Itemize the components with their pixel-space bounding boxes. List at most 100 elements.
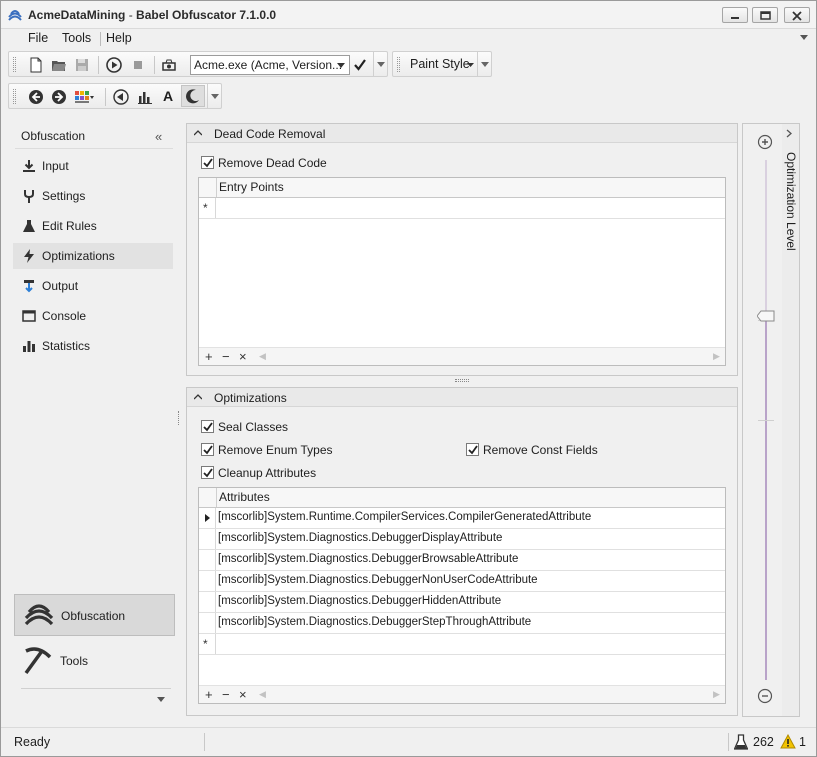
minimize-button[interactable] bbox=[722, 7, 748, 23]
status-bar: Ready 262 1 bbox=[1, 727, 816, 756]
scroll-right-icon[interactable]: ▶ bbox=[713, 351, 720, 362]
new-row-icon: * bbox=[203, 201, 208, 215]
table-row[interactable]: [mscorlib]System.Diagnostics.DebuggerDis… bbox=[199, 529, 725, 550]
nav-section-tools[interactable]: Tools bbox=[14, 640, 175, 682]
view-toolbar: A bbox=[8, 83, 222, 109]
play-icon[interactable] bbox=[106, 57, 122, 73]
target-assembly-select[interactable]: Acme.exe (Acme, Version... bbox=[190, 55, 350, 75]
toolbar-overflow-button[interactable] bbox=[373, 52, 387, 76]
new-file-icon[interactable] bbox=[28, 57, 44, 73]
zoom-in-icon[interactable] bbox=[757, 134, 773, 150]
nav-section-label: Tools bbox=[60, 654, 89, 668]
back-icon[interactable] bbox=[28, 89, 44, 105]
tuning-fork-icon bbox=[24, 190, 34, 203]
status-text: Ready bbox=[14, 735, 51, 749]
new-row[interactable]: * bbox=[199, 198, 725, 219]
attribute-cell: [mscorlib]System.Diagnostics.DebuggerSte… bbox=[218, 616, 532, 628]
attributes-grid: Attributes [mscorlib]System.Runtime.Comp… bbox=[198, 487, 726, 704]
scroll-right-icon[interactable]: ▶ bbox=[713, 689, 720, 700]
remove-dead-code-checkbox[interactable] bbox=[201, 156, 214, 169]
target-assembly-value: Acme.exe (Acme, Version... bbox=[194, 58, 343, 72]
menu-tools[interactable]: Tools bbox=[62, 31, 91, 45]
add-row-button[interactable]: + bbox=[205, 349, 213, 364]
nav-item-label: Console bbox=[42, 309, 87, 323]
menu-file[interactable]: File bbox=[28, 31, 48, 45]
toolbar-grip[interactable] bbox=[397, 57, 400, 72]
dead-code-group: Dead Code Removal Remove Dead Code Entry… bbox=[186, 123, 738, 376]
rewind-icon[interactable] bbox=[113, 89, 129, 105]
nav-item-settings[interactable]: Settings bbox=[13, 183, 173, 209]
forward-icon[interactable] bbox=[51, 89, 67, 105]
remove-enum-types-checkbox[interactable] bbox=[201, 443, 214, 456]
toolbar-grip[interactable] bbox=[13, 89, 16, 104]
table-row[interactable]: [mscorlib]System.Diagnostics.DebuggerSte… bbox=[199, 613, 725, 634]
optimizations-header[interactable]: Optimizations bbox=[187, 388, 737, 407]
theme-toggle-button[interactable] bbox=[181, 85, 205, 107]
seal-classes-checkbox[interactable] bbox=[201, 420, 214, 433]
statistics-icon bbox=[23, 341, 35, 352]
nav-splitter[interactable] bbox=[178, 411, 181, 425]
grid-color-icon[interactable] bbox=[74, 89, 94, 105]
column-header-entry-points[interactable]: Entry Points bbox=[216, 178, 725, 197]
nav-item-label: Output bbox=[42, 279, 79, 293]
column-header-attributes[interactable]: Attributes bbox=[216, 488, 725, 507]
close-button[interactable] bbox=[784, 7, 810, 23]
scroll-left-icon[interactable]: ◀ bbox=[259, 689, 266, 700]
chevron-down-icon[interactable] bbox=[157, 697, 165, 702]
slider-thumb[interactable] bbox=[757, 310, 775, 322]
moon-icon bbox=[186, 89, 199, 104]
nav-item-edit-rules[interactable]: Edit Rules bbox=[13, 213, 173, 239]
pickaxe-icon bbox=[24, 647, 52, 675]
chevron-right-icon[interactable] bbox=[786, 129, 792, 138]
nav-item-console[interactable]: Console bbox=[13, 303, 173, 329]
entry-points-grid: Entry Points * + − × ◀ ▶ bbox=[198, 177, 726, 366]
new-row[interactable]: * bbox=[199, 634, 725, 655]
maximize-button[interactable] bbox=[752, 7, 778, 23]
chevron-down-icon bbox=[211, 94, 219, 99]
group-title: Optimizations bbox=[214, 391, 287, 405]
menu-help[interactable]: Help bbox=[106, 31, 132, 45]
remove-row-button[interactable]: − bbox=[222, 349, 230, 364]
nav-section-obfuscation[interactable]: Obfuscation bbox=[14, 594, 175, 636]
table-row[interactable]: [mscorlib]System.Diagnostics.DebuggerBro… bbox=[199, 550, 725, 571]
remove-row-button[interactable]: − bbox=[222, 687, 230, 702]
remove-const-fields-checkbox[interactable] bbox=[466, 443, 479, 456]
nav-collapse-button[interactable]: « bbox=[155, 129, 162, 144]
main-toolbar: Acme.exe (Acme, Version... bbox=[8, 51, 388, 77]
zoom-out-icon[interactable] bbox=[757, 688, 773, 704]
optimization-level-tab[interactable]: Optimization Level bbox=[782, 123, 800, 717]
add-row-button[interactable]: + bbox=[205, 687, 213, 702]
grid-header: Entry Points bbox=[199, 178, 725, 198]
cleanup-attributes-checkbox[interactable] bbox=[201, 466, 214, 479]
app-logo-icon bbox=[8, 10, 22, 21]
dead-code-header[interactable]: Dead Code Removal bbox=[187, 124, 737, 143]
group-splitter[interactable] bbox=[455, 379, 469, 382]
table-row[interactable]: [mscorlib]System.Runtime.CompilerService… bbox=[199, 508, 725, 529]
nav-item-statistics[interactable]: Statistics bbox=[13, 333, 173, 359]
checkmark-icon[interactable] bbox=[352, 57, 368, 73]
menu-overflow-icon[interactable] bbox=[800, 35, 808, 40]
scroll-left-icon[interactable]: ◀ bbox=[259, 351, 266, 362]
row-indicator bbox=[199, 613, 216, 633]
delete-row-button[interactable]: × bbox=[239, 349, 247, 364]
nav-item-output[interactable]: Output bbox=[13, 273, 173, 299]
nav-item-input[interactable]: Input bbox=[13, 153, 173, 179]
bar-chart-icon[interactable] bbox=[137, 89, 153, 105]
toolbar-grip[interactable] bbox=[13, 57, 16, 72]
save-icon[interactable] bbox=[74, 57, 90, 73]
stop-icon[interactable] bbox=[130, 57, 146, 73]
checkmark-icon bbox=[203, 445, 213, 455]
build-icon[interactable] bbox=[161, 57, 177, 73]
nav-item-label: Edit Rules bbox=[42, 219, 97, 233]
table-row[interactable]: [mscorlib]System.Diagnostics.DebuggerNon… bbox=[199, 571, 725, 592]
paint-style-dropdown[interactable]: Paint Style bbox=[410, 57, 470, 71]
toolbar-overflow-button[interactable] bbox=[477, 52, 491, 76]
font-icon[interactable]: A bbox=[163, 88, 179, 104]
table-row[interactable]: [mscorlib]System.Diagnostics.DebuggerHid… bbox=[199, 592, 725, 613]
delete-row-button[interactable]: × bbox=[239, 687, 247, 702]
nav-item-optimizations[interactable]: Optimizations bbox=[13, 243, 173, 269]
main-window: AcmeDataMining - Babel Obfuscator 7.1.0.… bbox=[0, 0, 817, 757]
toolbar-overflow-button[interactable] bbox=[207, 84, 221, 108]
attribute-cell: [mscorlib]System.Diagnostics.DebuggerBro… bbox=[218, 553, 519, 565]
open-folder-icon[interactable] bbox=[51, 57, 67, 73]
